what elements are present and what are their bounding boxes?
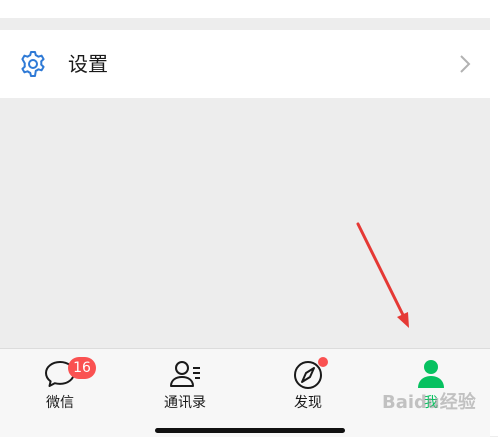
unread-badge: 16 (68, 357, 96, 379)
person-icon (418, 360, 444, 388)
tab-contacts[interactable]: 通讯录 (130, 349, 240, 419)
tab-chats-label: 微信 (46, 395, 74, 411)
previous-list-card (0, 0, 490, 18)
tab-discover[interactable]: 发现 (253, 349, 363, 419)
tab-contacts-label: 通讯录 (164, 395, 206, 411)
baidu-watermark: Baidu经验 (382, 392, 476, 413)
gear-icon (21, 51, 45, 77)
tab-chats[interactable]: 微信 (5, 349, 115, 419)
chevron-right-icon (460, 55, 471, 73)
contacts-icon (170, 361, 200, 387)
tab-discover-label: 发现 (294, 395, 322, 411)
settings-row[interactable]: 设置 (0, 30, 490, 98)
right-edge-strip (490, 0, 498, 436)
settings-label: 设置 (68, 52, 108, 76)
home-indicator (155, 428, 345, 433)
discover-red-dot (318, 357, 328, 367)
